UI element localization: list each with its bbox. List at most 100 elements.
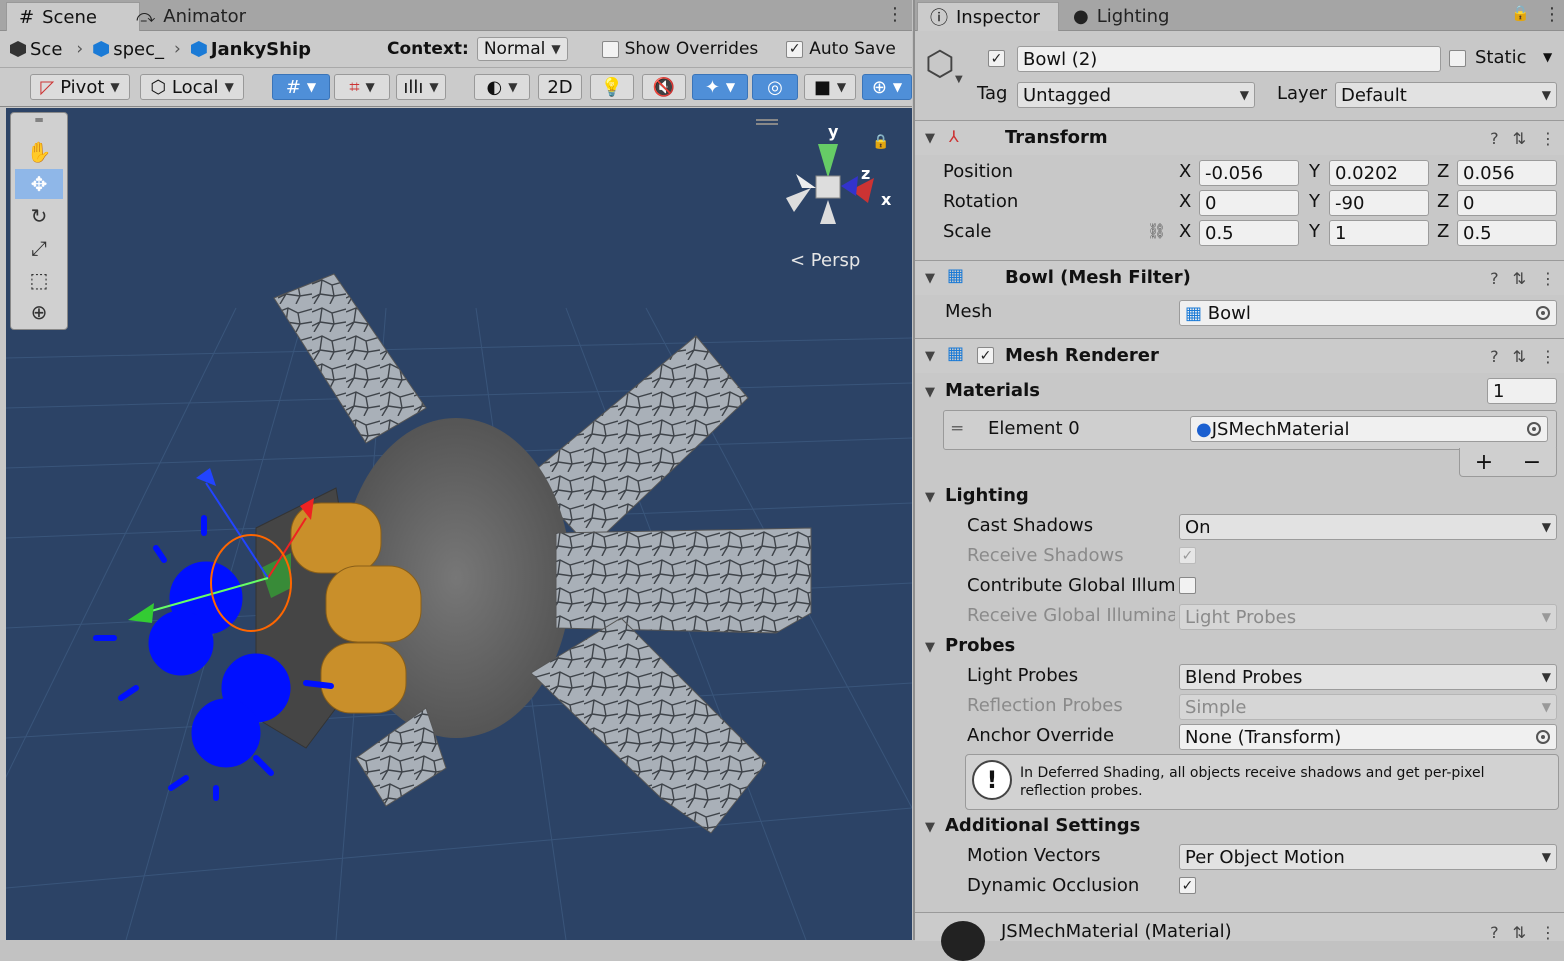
inspector-menu-icon[interactable]: ⋮ [1543, 4, 1561, 25]
breadcrumb-item-spec[interactable]: spec_ [93, 39, 164, 60]
materials-foldout-icon[interactable]: ▼ [925, 385, 935, 400]
local-dropdown[interactable]: ⬡ Local ▼ [140, 74, 244, 100]
context-dropdown[interactable]: Normal ▼ [476, 37, 568, 61]
mesh-renderer-enabled-checkbox[interactable]: ✓ [977, 347, 994, 364]
audio-wave-button[interactable]: ıllı ▼ [396, 74, 446, 100]
auto-save-checkbox[interactable]: ✓ [786, 40, 804, 58]
static-checkbox[interactable] [1449, 50, 1466, 67]
object-name-field[interactable]: Bowl (2) [1017, 46, 1441, 72]
rotate-tool-icon[interactable]: ↻ [15, 201, 63, 231]
contribute-gi-checkbox[interactable] [1179, 577, 1196, 594]
drag-handle-icon[interactable]: ═ [15, 113, 63, 127]
preset-icon[interactable]: ⇅ [1513, 923, 1526, 942]
object-picker-icon[interactable] [1536, 730, 1550, 744]
increment-snap-button[interactable]: ⌗ ▼ [334, 74, 390, 100]
light-probes-dropdown[interactable]: Blend Probes ▼ [1179, 664, 1557, 690]
rotation-z-field[interactable]: 0 [1457, 190, 1557, 216]
active-checkbox[interactable]: ✓ [988, 50, 1005, 67]
gizmos-button[interactable]: ⊕ ▼ [862, 74, 912, 100]
dynamic-occlusion-checkbox[interactable]: ✓ [1179, 877, 1196, 894]
preset-icon[interactable]: ⇅ [1513, 347, 1526, 366]
tab-animator[interactable]: ⤼ Animator [124, 2, 258, 30]
camera-button[interactable]: ■ ▼ [804, 74, 856, 100]
component-menu-icon[interactable]: ⋮ [1540, 269, 1556, 288]
transform-tool-icon[interactable]: ⊕ [15, 297, 63, 327]
help-icon[interactable]: ? [1490, 269, 1499, 288]
component-menu-icon[interactable]: ⋮ [1540, 347, 1556, 366]
hand-tool-icon[interactable]: ✋ [15, 137, 63, 167]
lock-icon[interactable]: 🔒 [872, 134, 889, 150]
element0-field[interactable]: ●JSMechMaterial [1190, 416, 1548, 442]
tab-inspector[interactable]: ⓘ Inspector [917, 2, 1059, 31]
component-menu-icon[interactable]: ⋮ [1540, 129, 1556, 148]
move-tool-icon[interactable]: ✥ [15, 169, 63, 199]
position-y-field[interactable]: 0.0202 [1329, 160, 1429, 186]
preset-icon[interactable]: ⇅ [1513, 269, 1526, 288]
tab-lighting[interactable]: ● Lighting [1061, 2, 1181, 30]
mesh-renderer-header[interactable]: ▼ ▦ ✓ Mesh Renderer ? ⇅ ⋮ [915, 338, 1564, 373]
static-dropdown-icon[interactable]: ▼ [1543, 50, 1552, 64]
object-picker-icon[interactable] [1536, 306, 1550, 320]
mode-2d-button[interactable]: 2D [538, 74, 582, 100]
object-picker-icon[interactable] [1527, 422, 1541, 436]
cast-shadows-dropdown[interactable]: On ▼ [1179, 514, 1557, 540]
component-menu-icon[interactable]: ⋮ [1540, 923, 1556, 942]
tag-dropdown[interactable]: Untagged ▼ [1017, 82, 1255, 108]
probes-foldout-icon[interactable]: ▼ [925, 640, 935, 655]
remove-element-button[interactable]: − [1523, 450, 1541, 475]
icon-dropdown-icon[interactable]: ▼ [955, 74, 963, 85]
pivot-dropdown[interactable]: ◸ Pivot ▼ [30, 74, 130, 100]
orientation-gizmo[interactable] [786, 144, 874, 224]
additional-foldout-icon[interactable]: ▼ [925, 820, 935, 835]
transform-header[interactable]: ▼ ⅄ Transform ? ⇅ ⋮ [915, 120, 1564, 155]
add-element-button[interactable]: + [1475, 450, 1493, 475]
position-z-field[interactable]: 0.056 [1457, 160, 1557, 186]
breadcrumb-item-scene[interactable]: Sce [10, 39, 62, 60]
mesh-field[interactable]: ▦ Bowl [1179, 300, 1557, 326]
effects-button[interactable]: ✦ ▼ [692, 74, 748, 100]
foldout-icon[interactable]: ▼ [925, 131, 935, 146]
preset-icon[interactable]: ⇅ [1513, 129, 1526, 148]
foldout-icon[interactable]: ▼ [925, 271, 935, 286]
layer-dropdown[interactable]: Default ▼ [1335, 82, 1557, 108]
audio-toggle-button[interactable]: 🔇 [642, 74, 686, 100]
materials-count-field[interactable]: 1 [1487, 378, 1557, 404]
foldout-icon[interactable]: ▼ [925, 349, 935, 364]
lock-icon[interactable]: 🔒 [1511, 4, 1530, 22]
scale-x-field[interactable]: 0.5 [1199, 220, 1299, 246]
material-header[interactable]: JSMechMaterial (Material) ? ⇅ ⋮ [915, 912, 1564, 961]
rotation-y-field[interactable]: -90 [1329, 190, 1429, 216]
lighting-foldout-icon[interactable]: ▼ [925, 490, 935, 505]
prefab-icon [190, 41, 207, 57]
anchor-override-field[interactable]: None (Transform) [1179, 724, 1557, 750]
chevron-down-icon: ▼ [1541, 670, 1551, 684]
chevron-down-icon: ▼ [1239, 88, 1249, 102]
reorder-handle-icon[interactable]: ═ [952, 419, 962, 439]
rotation-x-field[interactable]: 0 [1199, 190, 1299, 216]
scale-tool-icon[interactable]: ⤢ [15, 233, 63, 263]
rect-tool-icon[interactable]: ⬚ [15, 265, 63, 295]
tab-scene[interactable]: # Scene [6, 2, 140, 31]
constrain-proportions-icon[interactable]: ⛓ [1147, 222, 1166, 240]
scale-z-field[interactable]: 0.5 [1457, 220, 1557, 246]
help-icon[interactable]: ? [1490, 923, 1499, 942]
scene-menu-icon[interactable]: ⋮ [886, 4, 904, 25]
scale-y-field[interactable]: 1 [1329, 220, 1429, 246]
help-icon[interactable]: ? [1490, 129, 1499, 148]
breadcrumb-item-jankyship[interactable]: JankyShip [190, 39, 311, 60]
snap-icon: ⌗ [349, 76, 360, 98]
fin-top-left [273, 273, 427, 444]
materials-list: ═ Element 0 ●JSMechMaterial [943, 410, 1557, 450]
shading-mode-button[interactable]: ◐ ▼ [474, 74, 530, 100]
show-overrides-checkbox[interactable] [601, 40, 619, 58]
position-x-field[interactable]: -0.056 [1199, 160, 1299, 186]
lighting-toggle-button[interactable]: 💡 [590, 74, 634, 100]
element0-label: Element 0 [988, 418, 1080, 439]
scene-viewport[interactable]: y z x 🔒 < Persp [6, 108, 912, 940]
visibility-toggle-button[interactable]: ◎ [752, 74, 798, 100]
persp-label[interactable]: < Persp [790, 250, 860, 271]
mesh-filter-header[interactable]: ▼ ▦ Bowl (Mesh Filter) ? ⇅ ⋮ [915, 260, 1564, 295]
help-icon[interactable]: ? [1490, 347, 1499, 366]
motion-vectors-dropdown[interactable]: Per Object Motion ▼ [1179, 844, 1557, 870]
grid-snap-button[interactable]: # ▼ [272, 74, 330, 100]
